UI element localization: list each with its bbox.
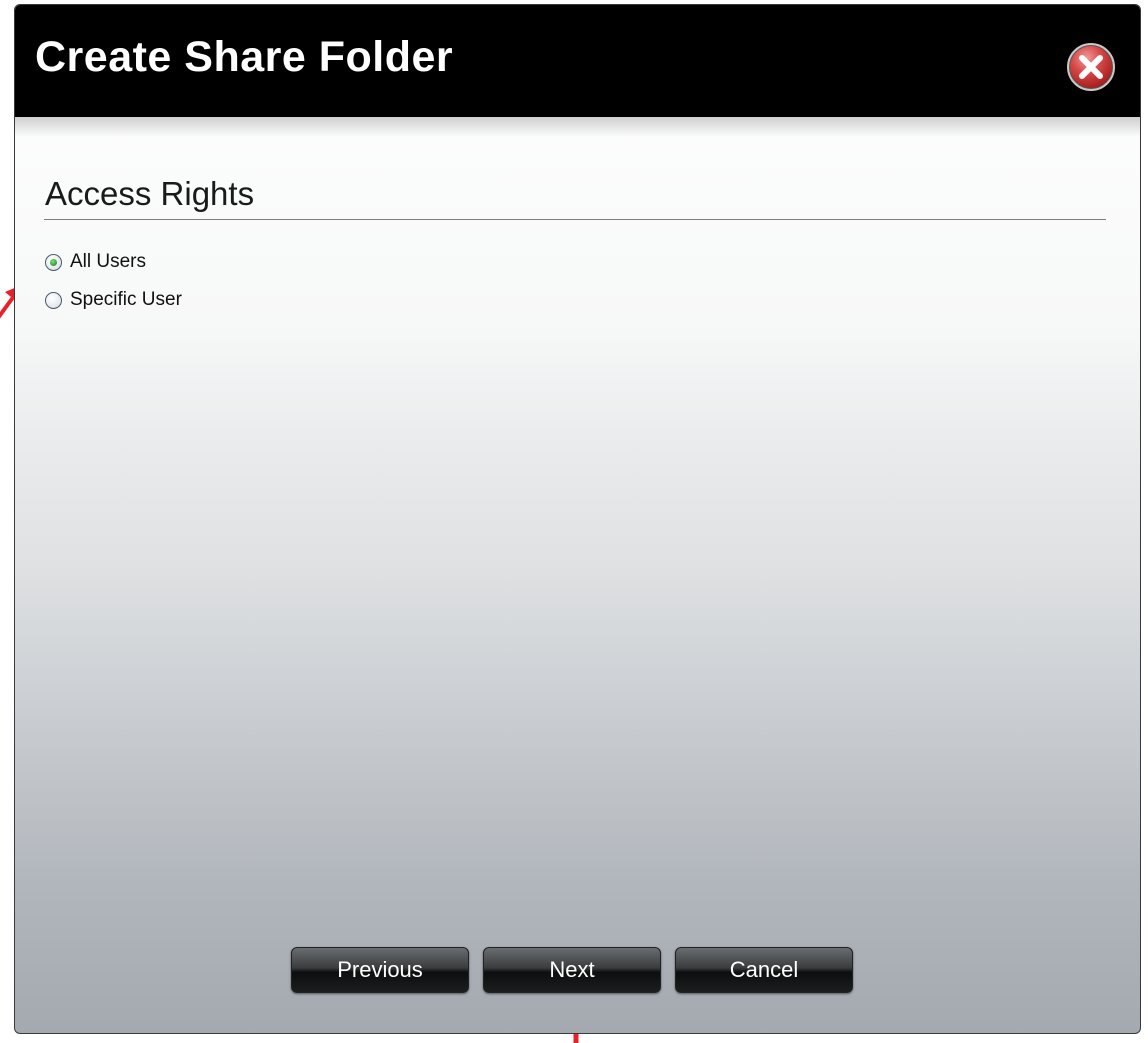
radio-option-specific-user[interactable]: Specific User <box>45 289 182 311</box>
section-title: Access Rights <box>45 175 255 212</box>
titlebar-shadow <box>15 117 1140 137</box>
previous-button[interactable]: Previous <box>291 947 469 993</box>
radio-button-specific-user[interactable] <box>45 291 62 309</box>
section-divider <box>44 219 1106 220</box>
radio-option-all-users[interactable]: All Users <box>45 251 146 273</box>
page: Create Share Folder Access Rights All Us… <box>0 0 1148 1043</box>
cancel-button[interactable]: Cancel <box>675 947 853 993</box>
radio-button-all-users[interactable] <box>45 253 62 271</box>
close-x-icon <box>1079 55 1103 79</box>
radio-label-all-users: All Users <box>70 251 147 272</box>
close-button[interactable] <box>1067 43 1115 91</box>
create-share-folder-dialog: Create Share Folder Access Rights All Us… <box>14 4 1141 1034</box>
dialog-title: Create Share Folder <box>35 33 454 81</box>
next-button[interactable]: Next <box>483 947 661 993</box>
dialog-titlebar: Create Share Folder <box>15 5 1140 117</box>
radio-label-specific-user: Specific User <box>70 289 182 310</box>
